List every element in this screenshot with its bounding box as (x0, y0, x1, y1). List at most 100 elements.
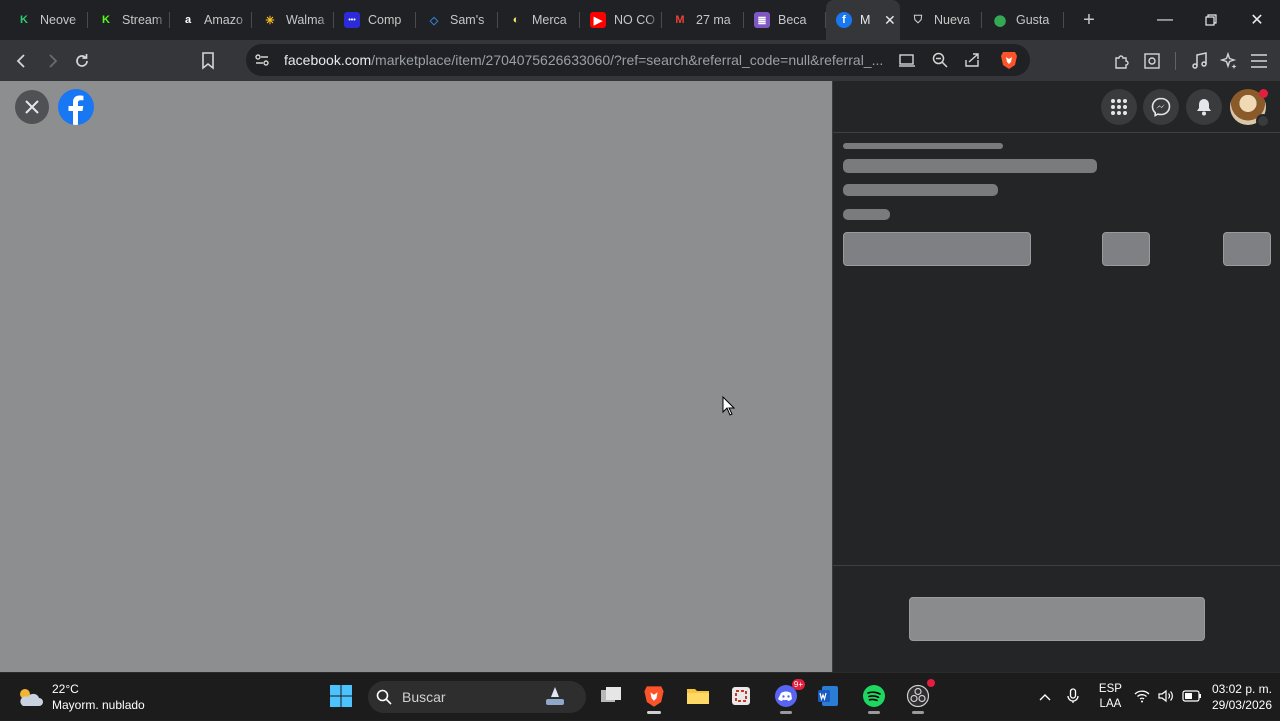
weather-description: Mayorm. nublado (52, 698, 145, 712)
bookmark-icon[interactable] (193, 46, 223, 76)
tab-title: Nueva (934, 13, 971, 27)
url-text[interactable]: facebook.com/marketplace/item/2704075626… (284, 44, 884, 76)
brave-browser-icon[interactable] (641, 683, 667, 714)
messenger-icon[interactable] (1143, 89, 1179, 125)
skeleton-message-button[interactable] (843, 232, 1031, 266)
tab-title: 27 ma (696, 13, 731, 27)
media-icon[interactable] (1184, 46, 1214, 76)
clock-date: 29/03/2026 (1211, 698, 1272, 712)
weather-temperature: 22°C (52, 682, 79, 696)
discord-icon[interactable]: 9+ (773, 679, 805, 714)
microphone-icon[interactable] (1067, 687, 1079, 707)
facebook-icon: f (836, 12, 852, 28)
menu-icon[interactable] (1244, 46, 1274, 76)
file-explorer-icon[interactable] (685, 683, 711, 709)
taskbar-search[interactable]: Buscar (368, 681, 586, 713)
toolbar-right (1107, 40, 1280, 81)
browser-tab[interactable]: K Stream (88, 0, 170, 40)
browser-tab[interactable]: ◇ Sam's (416, 0, 498, 40)
clock-time: 03:02 p. m. (1211, 682, 1272, 696)
browser-tab[interactable]: ✳ Walma (252, 0, 334, 40)
address-bar[interactable]: facebook.com/marketplace/item/2704075626… (246, 44, 1030, 76)
close-window-icon[interactable]: ✕ (1234, 0, 1280, 40)
media-viewer[interactable] (0, 81, 832, 672)
keeper-icon: K (20, 14, 28, 26)
apps-menu-icon[interactable] (1101, 89, 1137, 125)
wifi-icon[interactable] (1134, 689, 1150, 706)
keyboard-layout: LAA (1099, 698, 1122, 710)
browser-tab[interactable]: ⛉ Nueva (900, 0, 982, 40)
url-host: facebook.com (284, 52, 372, 68)
extensions-icon[interactable] (1107, 46, 1137, 76)
skeleton-save-button[interactable] (1102, 232, 1150, 266)
chevron-down-icon[interactable] (1256, 114, 1270, 128)
browser-tab[interactable]: f M ✕ (826, 0, 900, 40)
obs-studio-icon[interactable] (905, 679, 935, 714)
skeleton-share-button[interactable] (1223, 232, 1271, 266)
tab-title: NO CO (614, 13, 655, 27)
amazon-icon: a (184, 14, 192, 26)
word-icon[interactable] (815, 683, 841, 709)
install-app-icon[interactable] (898, 52, 916, 73)
chevron-up-icon[interactable] (1039, 690, 1051, 704)
close-icon (25, 100, 39, 114)
skeleton-line (843, 143, 1003, 149)
language-code: ESP (1098, 683, 1122, 695)
screenshot-icon[interactable] (1137, 46, 1167, 76)
site-info-icon[interactable] (254, 52, 270, 73)
youtube-icon: ▶ (590, 12, 606, 28)
skeleton-price (843, 184, 998, 196)
leo-ai-icon[interactable] (1214, 46, 1244, 76)
notifications-bell-icon[interactable] (1186, 89, 1222, 125)
browser-tab[interactable]: ◐ Merca (498, 0, 580, 40)
system-clock[interactable]: 03:02 p. m. 29/03/2026 (1212, 681, 1272, 713)
system-tray: ESP LAA 03:02 p. m. 29/03/2026 (1039, 673, 1272, 721)
tab-title: Beca (778, 13, 807, 27)
tab-title: Sam's (450, 13, 485, 27)
share-icon[interactable] (964, 52, 980, 73)
browser-tab[interactable]: ••• Comp (334, 0, 416, 40)
browser-toolbar: facebook.com/marketplace/item/2704075626… (0, 40, 1280, 81)
spotify-icon[interactable] (861, 683, 887, 714)
browser-tab[interactable]: ▶ NO CO (580, 0, 662, 40)
windows-taskbar: 22°C Mayorm. nublado Buscar 9+ ESP LAA 0… (0, 672, 1280, 720)
language-indicator[interactable]: ESP LAA (1099, 682, 1122, 712)
panel-divider (833, 565, 1280, 566)
profile-avatar[interactable] (1230, 89, 1270, 128)
browser-tab[interactable]: M 27 ma (662, 0, 744, 40)
close-viewer-button[interactable] (15, 90, 49, 124)
browser-tab[interactable]: ⬤ Gusta (982, 0, 1064, 40)
restore-icon[interactable] (1188, 0, 1234, 40)
volume-icon[interactable] (1158, 689, 1174, 706)
new-tab-icon[interactable]: + (1074, 5, 1104, 35)
zoom-icon[interactable] (932, 52, 948, 73)
notification-dot (1259, 89, 1268, 98)
window-controls: — ✕ (1142, 0, 1280, 40)
back-icon[interactable] (7, 46, 37, 76)
forward-icon[interactable] (37, 46, 67, 76)
tab-title: Walma (286, 13, 325, 27)
start-windows-icon[interactable] (328, 683, 354, 709)
task-view-icon[interactable] (598, 683, 624, 709)
maps-pin-icon: ⬤ (993, 14, 1007, 27)
discord-badge: 9+ (791, 679, 805, 690)
tab-strip: K Neove K Stream a Amazo ✳ Walma ••• Comp ◇ Sam's ◐ M… (0, 0, 1280, 40)
reload-icon[interactable] (67, 46, 97, 76)
close-tab-icon[interactable]: ✕ (884, 12, 896, 29)
minimize-icon[interactable]: — (1142, 0, 1188, 40)
search-highlight-icon (546, 687, 564, 705)
walmart-icon: ✳ (265, 14, 275, 27)
search-icon (376, 689, 392, 705)
brave-shield-icon[interactable] (1000, 50, 1018, 75)
skeleton-send-button[interactable] (909, 597, 1205, 641)
kick-icon: K (102, 14, 110, 26)
facebook-logo-icon[interactable] (58, 89, 94, 125)
browser-tab[interactable]: a Amazo (170, 0, 252, 40)
tab-title: Comp (368, 13, 402, 27)
browser-tab[interactable]: K Neove (6, 0, 88, 40)
browser-tab[interactable]: ≣ Beca (744, 0, 826, 40)
snipping-tool-icon[interactable] (728, 683, 754, 709)
weather-widget[interactable]: 22°C Mayorm. nublado (16, 681, 145, 713)
mercadolibre-icon: ◐ (512, 14, 520, 26)
battery-icon[interactable] (1182, 689, 1202, 705)
